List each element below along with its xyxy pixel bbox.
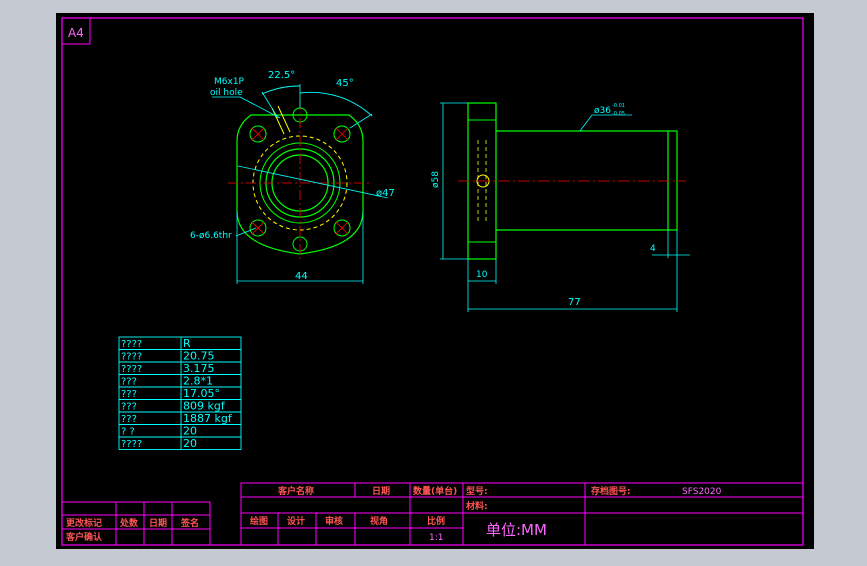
drawing-canvas: A4 22.5° 45° M6x1P oil hole ø47 6-ø6.6th…	[56, 13, 814, 549]
length-label: 77	[568, 297, 581, 308]
tb-drawing-no: SFS2020	[682, 487, 722, 497]
cad-drawing-viewport: A4 22.5° 45° M6x1P oil hole ø47 6-ø6.6th…	[0, 0, 867, 562]
spec-table-value: R	[183, 337, 191, 350]
spec-table-key: ???	[121, 402, 137, 413]
oil-hole-note: oil hole	[210, 88, 243, 98]
tb-scale: 1:1	[429, 533, 443, 543]
rev-signature: 签名	[180, 517, 199, 529]
tb-projection: 视角	[370, 515, 388, 527]
spec-table-key: ? ?	[121, 427, 135, 438]
tb-review: 审核	[325, 515, 343, 527]
spec-table-key: ???	[121, 389, 137, 400]
oil-hole-spec: M6x1P	[214, 77, 245, 87]
width-label: 44	[295, 271, 308, 282]
tb-drawn: 绘图	[250, 515, 268, 527]
tb-design: 设计	[287, 515, 305, 527]
tb-material: 材料:	[465, 500, 488, 512]
bolt-hole-label: 6-ø6.6thr	[190, 231, 232, 241]
body-dia-tol-lower: -0.05	[612, 111, 625, 117]
spec-table-value: 20	[183, 425, 197, 438]
angle-22-label: 22.5°	[268, 70, 295, 81]
body-dia-label: ø36	[594, 106, 611, 116]
angle-45-label: 45°	[336, 78, 354, 89]
pcd-label: ø47	[376, 188, 395, 199]
spec-table-key: ???	[121, 377, 137, 388]
spec-table-key: ????	[121, 352, 142, 363]
spec-table-key: ????	[121, 439, 142, 450]
spec-table-key: ????	[121, 364, 142, 375]
spec-table-key: ???	[121, 414, 137, 425]
tb-scale-label: 比例	[427, 515, 445, 527]
tb-date: 日期	[372, 485, 390, 497]
spec-table-value: 17.05°	[183, 387, 220, 400]
thickness-label: 10	[476, 270, 488, 280]
spec-table-value: 20	[183, 437, 197, 450]
tb-unit: 单位:MM	[486, 521, 547, 539]
spec-table-key: ????	[121, 339, 142, 350]
spec-table-value: 3.175	[183, 362, 215, 375]
tb-drawing-no-label: 存档图号:	[591, 485, 631, 497]
drawing-background	[56, 13, 814, 549]
spec-table-value: 1887 kgf	[183, 412, 233, 425]
sheet-size-label: A4	[68, 26, 84, 40]
rev-change-mark: 更改标记	[66, 517, 102, 529]
tb-customer-name: 客户名称	[277, 485, 314, 497]
tb-model: 型号:	[466, 485, 488, 497]
body-dia-tol-upper: -0.01	[612, 103, 625, 109]
spec-table-value: 809 kgf	[183, 400, 226, 413]
spec-table-value: 2.8*1	[183, 375, 213, 388]
flange-dia-label: ø58	[431, 171, 441, 188]
tb-quantity: 数量(单台)	[413, 485, 457, 497]
end-width-label: 4	[650, 244, 656, 254]
rev-location: 处数	[119, 517, 139, 529]
rev-date: 日期	[149, 517, 167, 529]
rev-customer-confirm: 客户确认	[65, 531, 103, 543]
spec-table-value: 20.75	[183, 350, 215, 363]
